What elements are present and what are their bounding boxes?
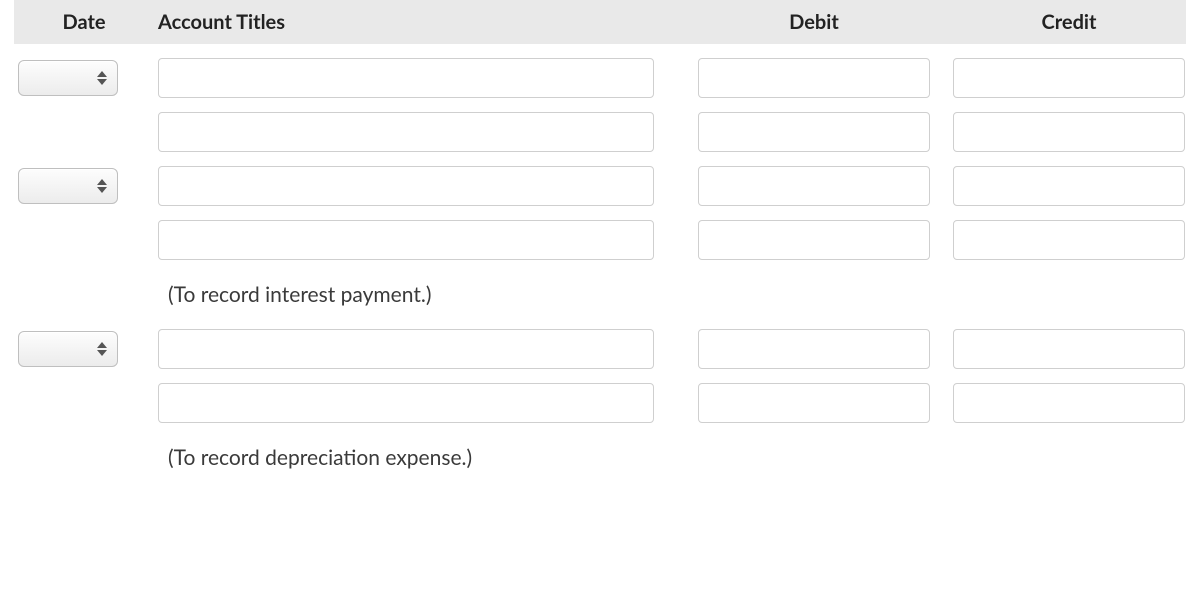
- stepper-arrows-icon: [97, 342, 109, 356]
- entry-row: [14, 44, 1186, 98]
- chevron-up-icon: [97, 179, 107, 185]
- credit-input[interactable]: [953, 383, 1185, 423]
- debit-input[interactable]: [698, 329, 930, 369]
- header-account-titles: Account Titles: [154, 10, 684, 34]
- date-stepper[interactable]: [18, 60, 118, 96]
- date-stepper[interactable]: [18, 331, 118, 367]
- account-title-input[interactable]: [158, 58, 654, 98]
- note-row: (To record interest payment.): [14, 260, 1186, 315]
- debit-input[interactable]: [698, 112, 930, 152]
- credit-input[interactable]: [953, 58, 1185, 98]
- chevron-up-icon: [97, 342, 107, 348]
- chevron-up-icon: [97, 71, 107, 77]
- header-debit: Debit: [684, 10, 944, 34]
- account-title-input[interactable]: [158, 166, 654, 206]
- note-row: (To record depreciation expense.): [14, 423, 1186, 478]
- header-credit: Credit: [944, 10, 1194, 34]
- debit-input[interactable]: [698, 383, 930, 423]
- stepper-arrows-icon: [97, 179, 109, 193]
- header-date: Date: [14, 10, 154, 34]
- account-title-input[interactable]: [158, 329, 654, 369]
- chevron-down-icon: [97, 79, 107, 85]
- note-text: (To record depreciation expense.): [154, 445, 684, 470]
- credit-input[interactable]: [953, 166, 1185, 206]
- stepper-arrows-icon: [97, 71, 109, 85]
- entry-row: [14, 98, 1186, 152]
- account-title-input[interactable]: [158, 220, 654, 260]
- debit-input[interactable]: [698, 58, 930, 98]
- credit-input[interactable]: [953, 220, 1185, 260]
- credit-input[interactable]: [953, 112, 1185, 152]
- entry-row: [14, 152, 1186, 206]
- chevron-down-icon: [97, 187, 107, 193]
- note-text: (To record interest payment.): [154, 282, 684, 307]
- debit-input[interactable]: [698, 220, 930, 260]
- date-stepper[interactable]: [18, 168, 118, 204]
- debit-input[interactable]: [698, 166, 930, 206]
- credit-input[interactable]: [953, 329, 1185, 369]
- account-title-input[interactable]: [158, 112, 654, 152]
- entry-row: [14, 315, 1186, 369]
- chevron-down-icon: [97, 350, 107, 356]
- account-title-input[interactable]: [158, 383, 654, 423]
- table-header: Date Account Titles Debit Credit: [14, 0, 1186, 44]
- entry-row: [14, 206, 1186, 260]
- entry-row: [14, 369, 1186, 423]
